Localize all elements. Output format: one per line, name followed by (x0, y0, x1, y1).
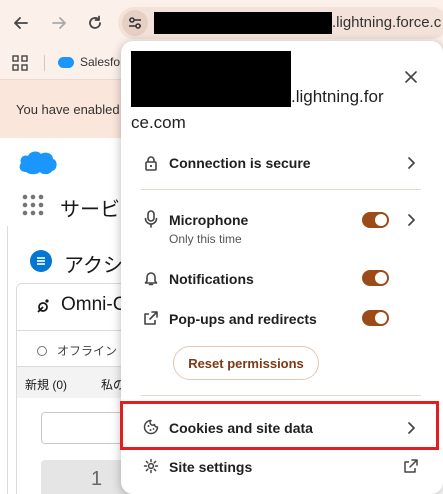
status-radio[interactable] (37, 346, 47, 356)
connection-label: Connection is secure (169, 155, 311, 171)
popups-row[interactable]: Pop-ups and redirects (121, 305, 443, 333)
bookmark-salesforce[interactable]: Salesfo (58, 55, 120, 69)
app-launcher-icon[interactable] (22, 194, 44, 216)
bookmark-label: Salesfo (80, 55, 121, 69)
close-icon (405, 71, 417, 83)
left-panel-edge (0, 226, 8, 494)
connection-row[interactable]: Connection is secure (121, 149, 443, 177)
site-info-button[interactable] (122, 10, 148, 36)
address-bar[interactable]: .lightning.force.c (118, 7, 443, 39)
action-title: アクシ (64, 255, 123, 277)
reset-permissions-button[interactable]: Reset permissions (173, 346, 319, 380)
microphone-toggle[interactable] (362, 212, 389, 228)
popups-label: Pop-ups and redirects (169, 311, 317, 327)
microphone-label: Microphone (169, 212, 249, 228)
popup-divider (141, 395, 421, 396)
microphone-icon (141, 209, 161, 229)
site-settings-row[interactable]: Site settings (121, 453, 443, 481)
bookmark-separator (44, 55, 45, 71)
url-text: .lightning.force.c (332, 14, 442, 31)
popup-domain-line2: ce.com (131, 113, 186, 132)
popup-domain-line1: .lightning.for (291, 87, 384, 106)
reload-button[interactable] (82, 10, 108, 36)
reload-icon (89, 15, 101, 29)
highlight-box (120, 401, 439, 450)
omni-title: Omni-C (61, 294, 127, 315)
open-in-new-icon (403, 458, 419, 474)
tune-icon (129, 17, 141, 29)
back-button[interactable] (8, 10, 34, 36)
microphone-sublabel: Only this time (169, 232, 242, 246)
arrow-left-icon (14, 17, 28, 29)
chevron-right-icon[interactable] (403, 212, 419, 228)
count-number: 1 (91, 468, 103, 490)
tab-new[interactable]: 新規 (0) (25, 376, 67, 393)
salesforce-cloud-icon (58, 56, 74, 68)
popups-toggle[interactable] (362, 310, 389, 326)
headset-icon (37, 299, 49, 313)
app-name: サービ (60, 199, 120, 221)
status-label: オフライン (57, 344, 118, 358)
open-in-new-icon (141, 308, 161, 328)
chevron-right-icon (403, 155, 419, 171)
domain-redaction (131, 51, 291, 107)
url-redaction (154, 12, 332, 34)
notifications-toggle[interactable] (362, 270, 389, 286)
lock-icon (141, 153, 161, 173)
notifications-label: Notifications (169, 271, 254, 287)
salesforce-logo (19, 151, 57, 175)
popup-divider (141, 189, 421, 190)
notifications-row[interactable]: Notifications (121, 265, 443, 293)
close-button[interactable] (399, 65, 423, 89)
arrow-right-icon (52, 17, 66, 29)
info-bar-text: You have enabled (16, 102, 120, 117)
site-settings-label: Site settings (169, 459, 253, 475)
gear-icon (141, 456, 161, 476)
action-list-icon (30, 250, 52, 272)
bell-icon (141, 268, 161, 288)
apps-grid-icon[interactable] (12, 55, 28, 71)
browser-toolbar: .lightning.force.c (0, 0, 443, 46)
forward-button[interactable] (46, 10, 72, 36)
microphone-row[interactable]: Microphone Only this time (121, 205, 443, 247)
